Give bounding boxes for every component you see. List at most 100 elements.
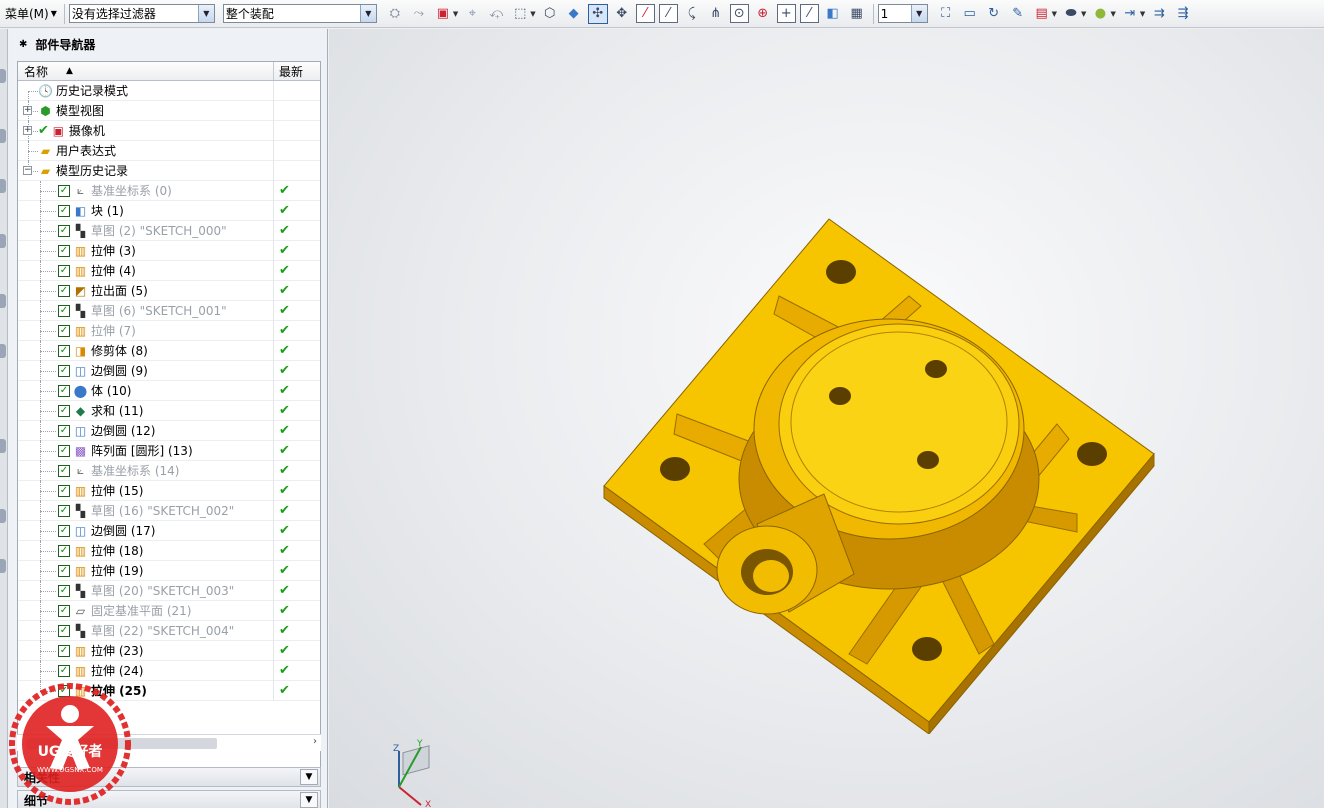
tree-node[interactable]: 🕓 历史记录模式 — [18, 80, 320, 111]
suppress-checkbox[interactable]: ✓ — [58, 244, 70, 257]
suppress-checkbox[interactable]: ✓ — [58, 544, 70, 557]
feature-row[interactable]: ✓ ◫ 边倒圆 (12) ✔ — [18, 420, 320, 441]
select-bodies-icon[interactable]: ◆ — [564, 4, 584, 24]
wcs-icon[interactable]: ⇶ — [1173, 4, 1193, 24]
feature-row[interactable]: ✓ ◆ 求和 (11) ✔ — [18, 400, 320, 421]
feature-row[interactable]: ✓ ▥ 拉伸 (3) ✔ — [18, 240, 320, 261]
resource-tab[interactable] — [0, 294, 6, 308]
feature-row[interactable]: ✓ ▥ 拉伸 (24) ✔ — [18, 660, 320, 681]
suppress-checkbox[interactable]: ✓ — [58, 284, 70, 297]
snap-points-icon[interactable]: ✥ — [612, 4, 632, 24]
tree-node[interactable]: − ▰ 模型历史记录 — [18, 160, 320, 181]
suppress-checkbox[interactable]: ✓ — [58, 204, 70, 217]
show-hide-icon[interactable]: ⇥ — [1120, 4, 1140, 24]
suppress-checkbox[interactable]: ✓ — [58, 404, 70, 417]
fit-view-icon[interactable]: ⛶ — [936, 4, 956, 24]
feature-row[interactable]: ✓ ▚ 草图 (2) "SKETCH_000" ✔ — [18, 220, 320, 241]
resource-tab[interactable] — [0, 129, 6, 143]
pan-icon[interactable]: ✎ — [1008, 4, 1028, 24]
render-style-icon[interactable]: ⬬ — [1061, 4, 1081, 24]
feature-row[interactable]: ✓ ▚ 草图 (16) "SKETCH_002" ✔ — [18, 500, 320, 521]
tree-node[interactable]: ▰ 用户表达式 — [18, 140, 320, 161]
point-on-face-icon[interactable]: ◧ — [823, 4, 843, 24]
part-model[interactable] — [599, 214, 1159, 734]
mid-point-icon[interactable]: ⁄ — [658, 4, 678, 23]
chevron-down-icon[interactable]: ▼ — [910, 5, 927, 22]
selection-filter-dropdown[interactable]: 没有选择过滤器 ▼ — [68, 4, 215, 23]
caret-icon[interactable]: ▼ — [1081, 10, 1086, 18]
resource-tab[interactable] — [0, 234, 6, 248]
feature-row[interactable]: ✓ ▥ 拉伸 (18) ✔ — [18, 540, 320, 561]
feature-row[interactable]: ✓ ◫ 边倒圆 (9) ✔ — [18, 360, 320, 381]
caret-icon[interactable]: ▼ — [1052, 10, 1057, 18]
visible-check-icon[interactable]: ✔ — [38, 123, 49, 138]
select-components-icon[interactable]: ⛭ — [385, 4, 405, 24]
pick-list-icon[interactable]: ⤽ — [486, 4, 506, 24]
snap-enable-icon[interactable]: ✣ — [587, 3, 608, 24]
feature-row[interactable]: ✓ ▚ 草图 (20) "SKETCH_003" ✔ — [18, 580, 320, 601]
expand-icon[interactable]: + — [23, 125, 32, 135]
resource-tab[interactable] — [0, 344, 6, 358]
caret-icon[interactable]: ▼ — [530, 10, 535, 18]
snap-point-icon[interactable]: ⤳ — [409, 4, 429, 24]
suppress-checkbox[interactable]: ✓ — [58, 304, 70, 317]
caret-icon[interactable]: ▼ — [1110, 10, 1115, 18]
feature-row[interactable]: ✓ ⬤ 体 (10) ✔ — [18, 380, 320, 401]
feature-row[interactable]: ✓ ▥ 拉伸 (23) ✔ — [18, 640, 320, 661]
feature-row[interactable]: ✓ ⟀ 基准坐标系 (0) ✔ — [18, 180, 320, 201]
feature-row[interactable]: ✓ ⟀ 基准坐标系 (14) ✔ — [18, 460, 320, 481]
rotate-icon[interactable]: ↻ — [984, 4, 1004, 24]
feature-row[interactable]: ✓ ◩ 拉出面 (5) ✔ — [18, 280, 320, 301]
orient-view-icon[interactable]: ▤ — [1032, 4, 1052, 24]
chevron-down-icon[interactable]: ▼ — [359, 5, 376, 22]
work-layer-icon[interactable]: ⇉ — [1149, 4, 1169, 24]
caret-icon[interactable]: ▼ — [1140, 10, 1145, 18]
layer-dropdown[interactable]: 1 ▼ — [877, 4, 928, 23]
end-point-icon[interactable]: ⁄ — [635, 4, 655, 23]
existing-point-icon[interactable]: + — [776, 4, 796, 23]
caret-icon[interactable]: ▼ — [453, 10, 458, 18]
resource-tab[interactable] — [0, 559, 6, 573]
select-region-icon[interactable]: ▣ — [433, 4, 453, 24]
suppress-checkbox[interactable]: ✓ — [58, 224, 70, 237]
suppress-checkbox[interactable]: ✓ — [58, 364, 70, 377]
suppress-checkbox[interactable]: ✓ — [58, 664, 70, 677]
intersection-point-icon[interactable]: ⋔ — [706, 4, 726, 24]
control-point-icon[interactable]: ⤹ — [682, 4, 702, 24]
expand-icon[interactable]: + — [23, 105, 32, 115]
suppress-checkbox[interactable]: ✓ — [58, 444, 70, 457]
resource-tab[interactable] — [0, 509, 6, 523]
feature-row[interactable]: ✓ ▥ 拉伸 (19) ✔ — [18, 560, 320, 581]
name-column-header[interactable]: 名称 ▲ — [18, 62, 274, 80]
suppress-checkbox[interactable]: ✓ — [58, 504, 70, 517]
chevron-down-icon[interactable]: ▼ — [300, 769, 318, 785]
feature-row[interactable]: ✓ ◫ 边倒圆 (17) ✔ — [18, 520, 320, 541]
suppress-checkbox[interactable]: ✓ — [58, 624, 70, 637]
suppress-checkbox[interactable]: ✓ — [58, 524, 70, 537]
feature-row[interactable]: ✓ ▱ 固定基准平面 (21) ✔ — [18, 600, 320, 621]
suppress-checkbox[interactable]: ✓ — [58, 604, 70, 617]
suppress-checkbox[interactable]: ✓ — [58, 464, 70, 477]
assembly-scope-dropdown[interactable]: 整个装配 ▼ — [222, 4, 377, 23]
suppress-checkbox[interactable]: ✓ — [58, 184, 70, 197]
suppress-checkbox[interactable]: ✓ — [58, 564, 70, 577]
latest-column-header[interactable]: 最新 — [274, 62, 320, 80]
feature-row[interactable]: ✓ ◧ 块 (1) ✔ — [18, 200, 320, 221]
feature-row[interactable]: ✓ ◨ 修剪体 (8) ✔ — [18, 340, 320, 361]
suppress-checkbox[interactable]: ✓ — [58, 344, 70, 357]
lasso-select-icon[interactable]: ⬚ — [510, 4, 530, 24]
suppress-checkbox[interactable]: ✓ — [58, 484, 70, 497]
zoom-icon[interactable]: ▭ — [960, 4, 980, 24]
suppress-checkbox[interactable]: ✓ — [58, 324, 70, 337]
feature-row[interactable]: ✓ ▩ 阵列面 [圆形] (13) ✔ — [18, 440, 320, 461]
deselect-icon[interactable]: ⌖ — [462, 4, 482, 24]
feature-row[interactable]: ✓ ▥ 拉伸 (7) ✔ — [18, 320, 320, 341]
resource-tab[interactable] — [0, 179, 6, 193]
suppress-checkbox[interactable]: ✓ — [58, 264, 70, 277]
quadrant-point-icon[interactable]: ⊕ — [753, 4, 773, 24]
pin-icon[interactable]: ✱ — [19, 39, 27, 50]
graphics-window[interactable]: Z Y X — [329, 29, 1324, 808]
chevron-down-icon[interactable]: ▼ — [197, 5, 214, 22]
arc-center-icon[interactable]: ⊙ — [729, 4, 749, 23]
resource-tab[interactable] — [0, 439, 6, 453]
